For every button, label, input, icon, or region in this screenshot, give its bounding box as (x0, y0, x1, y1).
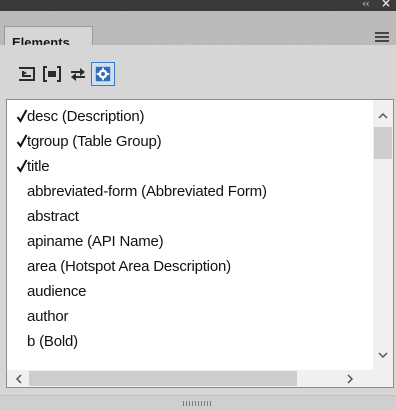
horizontal-scrollbar[interactable] (7, 370, 373, 387)
list-item-label: tgroup (Table Group) (27, 133, 162, 150)
list-item-label: title (27, 158, 50, 175)
elements-toolbar (0, 45, 396, 95)
insert-element-icon (19, 67, 35, 81)
panel-menu-icon[interactable] (375, 32, 389, 42)
list-item[interactable]: title (7, 155, 373, 180)
list-item-label: b (Bold) (27, 333, 78, 350)
list-item[interactable]: abstract (7, 205, 373, 230)
list-item-label: area (Hotspot Area Description) (27, 258, 231, 275)
collapse-panel-icon[interactable]: ‹‹ (362, 0, 370, 10)
resize-grip-icon[interactable] (183, 401, 213, 406)
insert-element-button[interactable] (15, 62, 39, 86)
list-item[interactable]: apiname (API Name) (7, 230, 373, 255)
list-item[interactable]: tgroup (Table Group) (7, 130, 373, 155)
list-item-label: abstract (27, 208, 79, 225)
list-item-label: apiname (API Name) (27, 233, 164, 250)
scroll-left-icon[interactable] (9, 370, 27, 387)
list-item[interactable]: audience (7, 280, 373, 305)
close-panel-icon[interactable]: × (381, 0, 391, 10)
list-item[interactable]: author (7, 305, 373, 330)
change-element-icon (71, 68, 85, 81)
vertical-scroll-thumb[interactable] (374, 127, 392, 159)
scroll-right-icon[interactable] (341, 370, 359, 387)
settings-icon (95, 66, 111, 82)
list-item-label: author (27, 308, 69, 325)
elements-list[interactable]: desc (Description) tgroup (Table Group) … (6, 99, 394, 388)
scroll-up-icon[interactable] (373, 106, 393, 124)
list-item[interactable]: desc (Description) (7, 105, 373, 130)
change-element-button[interactable] (66, 62, 90, 86)
tab-row: Elements (0, 11, 396, 56)
scrollbar-corner (373, 370, 393, 387)
panel-title-bar: ‹‹ × (0, 0, 396, 11)
panel-resize-bar[interactable] (0, 395, 396, 410)
wrap-element-button[interactable] (40, 62, 64, 86)
list-item[interactable]: area (Hotspot Area Description) (7, 255, 373, 280)
list-item-label: desc (Description) (27, 108, 145, 125)
list-item-label: audience (27, 283, 87, 300)
vertical-scrollbar[interactable] (373, 100, 393, 370)
list-item[interactable]: b (Bold) (7, 330, 373, 355)
wrap-element-icon (43, 66, 61, 82)
element-settings-button[interactable] (91, 62, 115, 86)
list-item[interactable]: abbreviated-form (Abbreviated Form) (7, 180, 373, 205)
list-item-label: abbreviated-form (Abbreviated Form) (27, 183, 267, 200)
scroll-down-icon[interactable] (373, 346, 393, 364)
horizontal-scroll-thumb[interactable] (29, 371, 297, 386)
